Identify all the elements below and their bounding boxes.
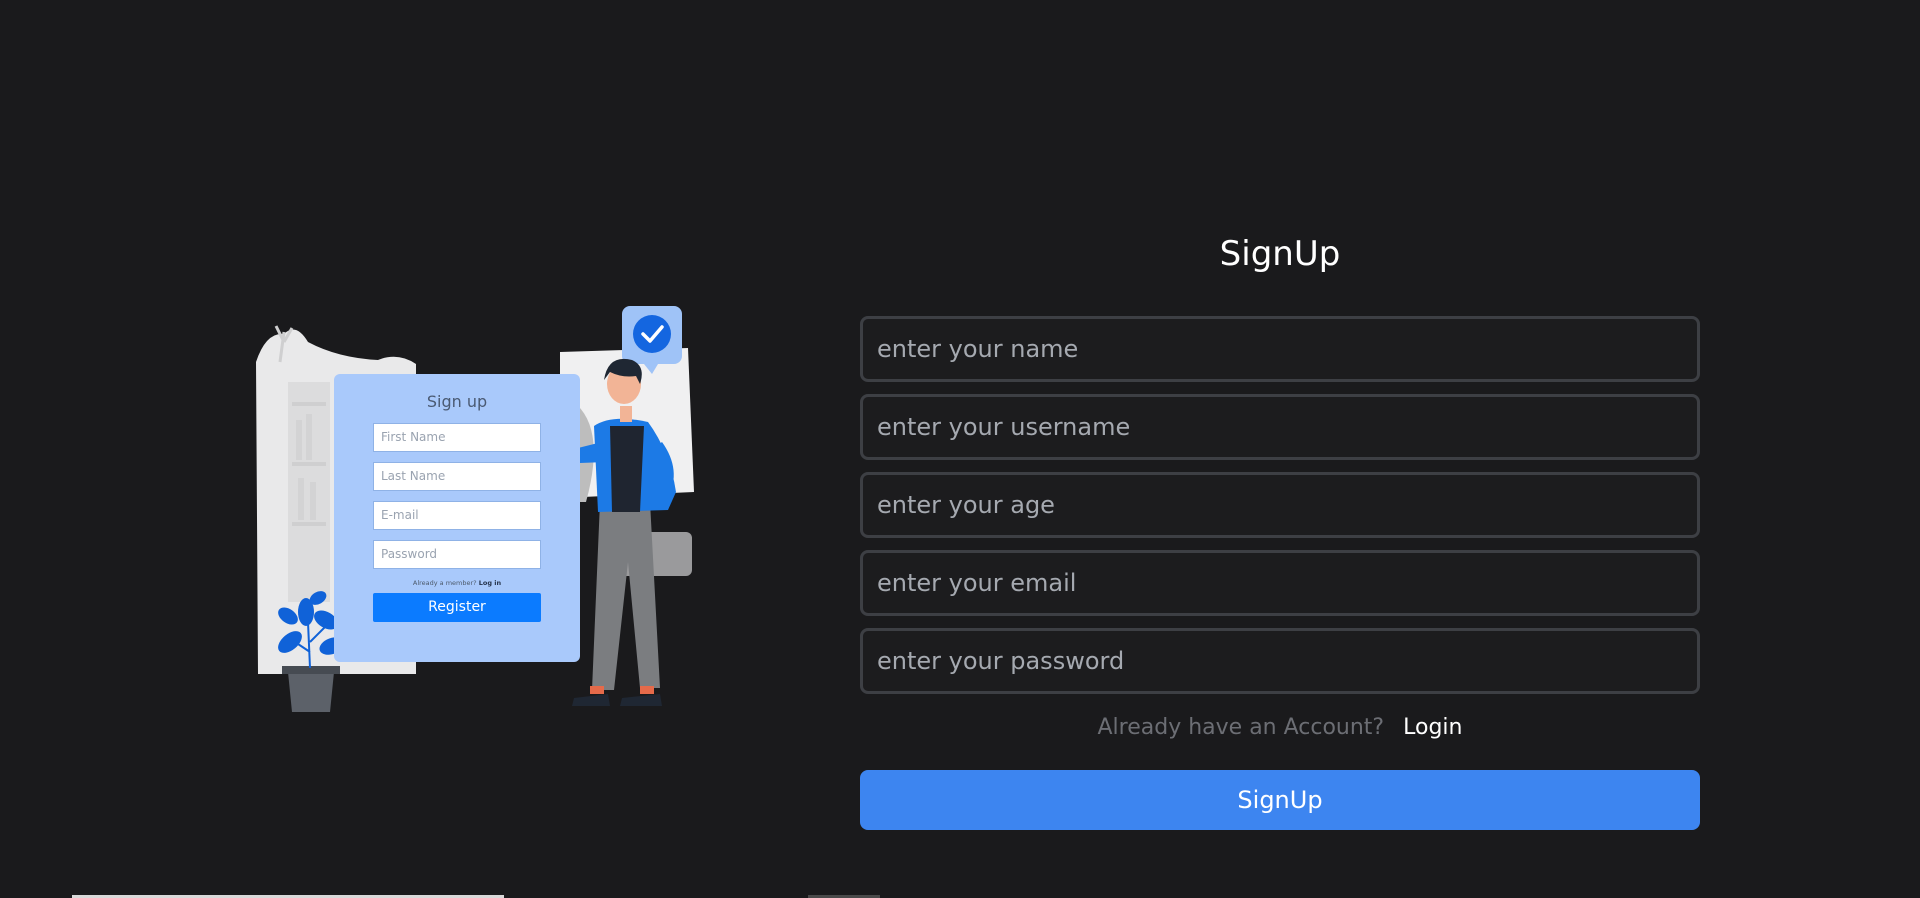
age-input[interactable] [860, 472, 1700, 538]
password-input[interactable] [860, 628, 1700, 694]
mock-card-title: Sign up [426, 392, 488, 411]
signup-button[interactable]: SignUp [860, 770, 1700, 830]
signup-form: SignUp Already have an Account? Login Si… [860, 230, 1700, 830]
account-question: Already have an Account? [1097, 715, 1385, 740]
account-row: Already have an Account? Login [860, 706, 1700, 750]
login-link[interactable]: Login [1403, 715, 1462, 740]
email-input[interactable] [860, 550, 1700, 616]
name-input[interactable] [860, 316, 1700, 382]
page-title: SignUp [1219, 234, 1341, 274]
mock-register-button: Register [373, 593, 541, 622]
mock-member-text: Already a member? [412, 579, 477, 587]
mock-first-name-field: First Name [373, 423, 541, 452]
signup-illustration: Sign up First Name Last Name E-mail Pass… [248, 302, 708, 722]
mock-password-field: Password [373, 540, 541, 569]
mock-login-link: Log in [478, 579, 502, 587]
mock-last-name-field: Last Name [373, 462, 541, 491]
mock-member-line: Already a member? Log in [334, 579, 580, 587]
username-input[interactable] [860, 394, 1700, 460]
mock-email-field: E-mail [373, 501, 541, 530]
signup-page: Sign up First Name Last Name E-mail Pass… [0, 0, 1920, 898]
mock-signup-card: Sign up First Name Last Name E-mail Pass… [334, 374, 580, 662]
